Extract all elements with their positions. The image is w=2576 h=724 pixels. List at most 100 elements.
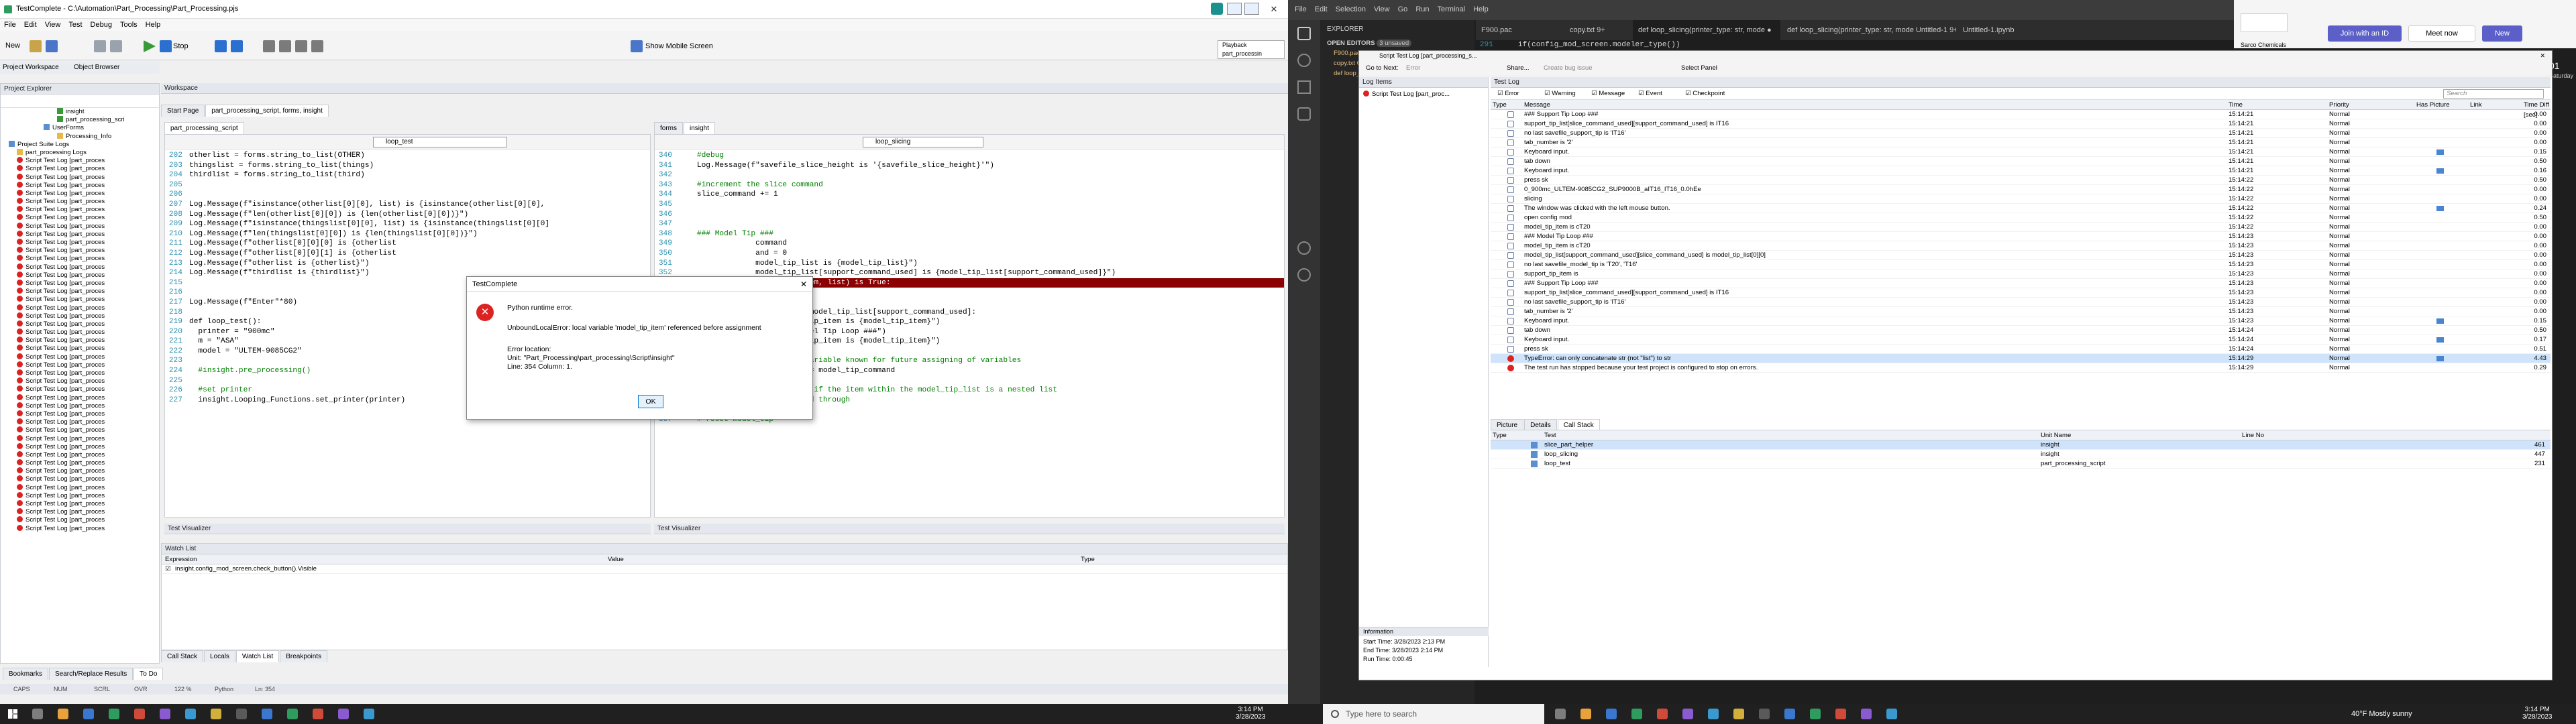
taskbar-app-icon[interactable] <box>211 709 221 719</box>
tree-log-item[interactable]: Script Test Log [part_proces <box>3 181 159 190</box>
taskbar-app-icon[interactable] <box>109 709 119 719</box>
vscode-menu-help[interactable]: Help <box>1473 5 1489 13</box>
goto-error-button[interactable]: Error <box>1406 64 1420 72</box>
search-icon[interactable] <box>1297 54 1311 67</box>
tree-log-item[interactable]: Script Test Log [part_proces <box>3 247 159 255</box>
log-row[interactable]: The window was clicked with the left mou… <box>1491 204 2551 213</box>
vscode-menu-view[interactable]: View <box>1374 5 1390 13</box>
tree-log-item[interactable]: Script Test Log [part_proces <box>3 491 159 500</box>
menu-edit[interactable]: Edit <box>20 19 41 31</box>
new-button[interactable]: New <box>5 42 20 50</box>
filter-message[interactable]: ☑ Message <box>1591 90 1625 97</box>
tree-log-item[interactable]: Script Test Log [part_proces <box>3 524 159 533</box>
tree-log-item[interactable]: Script Test Log [part_proces <box>3 361 159 369</box>
tree-log-item[interactable]: Script Test Log [part_proces <box>3 255 159 263</box>
tree-item[interactable]: part_processing_scri <box>3 116 159 124</box>
tree-log-item[interactable]: Script Test Log [part_proces <box>3 296 159 304</box>
weather[interactable]: 40°F Mostly sunny <box>2351 710 2412 718</box>
log-row[interactable]: tab down 15:14:21 Normal 0.50 <box>1491 157 2551 166</box>
log-row[interactable]: Keyboard input. 15:14:21 Normal 0.15 <box>1491 147 2551 157</box>
tab-call-stack[interactable]: Call Stack <box>161 650 204 662</box>
tree-log-item[interactable]: Script Test Log [part_proces <box>3 337 159 345</box>
explorer-icon[interactable] <box>1297 27 1311 40</box>
log-row[interactable]: support_tip_item is 15:14:23 Normal 0.00 <box>1491 269 2551 279</box>
tree-log-item[interactable]: Script Test Log [part_proces <box>3 230 159 239</box>
tree-log-item[interactable]: Script Test Log [part_proces <box>3 459 159 467</box>
log-row[interactable]: Keyboard input. 15:14:24 Normal 0.17 <box>1491 335 2551 345</box>
tree-log-item[interactable]: Script Test Log [part_proces <box>3 189 159 198</box>
tree-log-item[interactable]: Script Test Log [part_proces <box>3 198 159 206</box>
tree-log-item[interactable]: Script Test Log [part_proces <box>3 222 159 231</box>
teamviewer-icon[interactable] <box>1211 3 1223 15</box>
filter-event[interactable]: ☑ Event <box>1638 90 1662 97</box>
tree-log-item[interactable]: Script Test Log [part_proces <box>3 516 159 524</box>
log-row[interactable]: model_tip_list[support_command_used][sli… <box>1491 251 2551 260</box>
menu-view[interactable]: View <box>41 19 65 31</box>
menu-tools[interactable]: Tools <box>116 19 142 31</box>
taskbar-app-icon[interactable] <box>287 709 298 719</box>
tree-log-item[interactable]: Script Test Log [part_proces <box>3 394 159 402</box>
tab-forms[interactable]: forms <box>654 122 683 134</box>
taskbar-app-icon[interactable] <box>1810 709 1821 719</box>
taskbar-app-icon[interactable] <box>1733 709 1744 719</box>
log-row[interactable]: support_tip_list[slice_command_used][sup… <box>1491 288 2551 298</box>
meet-now-button[interactable]: Meet now <box>2408 25 2475 42</box>
filter-error[interactable]: ☑ Error <box>1497 90 1519 97</box>
tree-item[interactable]: UserForms <box>3 124 159 132</box>
debug-icon[interactable] <box>263 40 275 52</box>
filter-checkbox[interactable]: ☑ <box>1544 90 1552 97</box>
tab-locals[interactable]: Locals <box>204 650 235 662</box>
step-icon[interactable] <box>279 40 291 52</box>
tab-start-page[interactable]: Start Page <box>161 105 205 117</box>
taskbar-app-icon[interactable] <box>1606 709 1617 719</box>
tree-log-item[interactable]: Script Test Log [part_proces <box>3 434 159 443</box>
tree-log-item[interactable]: Script Test Log [part_proces <box>3 206 159 214</box>
gear-icon[interactable] <box>1297 268 1311 282</box>
log-row[interactable]: press sk 15:14:22 Normal 0.50 <box>1491 176 2551 185</box>
tree-log-item[interactable]: Script Test Log [part_proces <box>3 426 159 434</box>
taskbar-app-icon[interactable] <box>364 709 374 719</box>
vscode-menu-edit[interactable]: Edit <box>1315 5 1328 13</box>
tree-log-item[interactable]: Script Test Log [part_proces <box>3 418 159 426</box>
dialog-ok-button[interactable]: OK <box>638 395 663 408</box>
picture-icon[interactable] <box>2436 337 2444 343</box>
menu-debug[interactable]: Debug <box>87 19 116 31</box>
watch-row[interactable]: ☑ insight.config_mod_screen.check_button(… <box>162 564 1287 574</box>
taskbar-app-icon[interactable] <box>1657 709 1668 719</box>
tree-log-item[interactable]: Script Test Log [part_proces <box>3 312 159 320</box>
tree-item[interactable]: part_processing Logs <box>3 148 159 157</box>
filter-warning[interactable]: ☑ Warning <box>1544 90 1576 97</box>
tab-project-workspace[interactable]: Project Workspace <box>3 64 59 71</box>
account-icon[interactable] <box>1297 241 1311 255</box>
tab-breakpoints[interactable]: Breakpoints <box>280 650 328 662</box>
taskbar-app-icon[interactable] <box>1784 709 1795 719</box>
log-row[interactable]: no last savefile_model_tip is 'T20', 'T1… <box>1491 260 2551 269</box>
tab-part-processing[interactable]: part_processing_script, forms, insight <box>205 105 329 117</box>
select-panel-button[interactable]: Select Panel <box>1681 64 1717 72</box>
taskbar-app-icon[interactable] <box>1682 709 1693 719</box>
taskbar-app-icon[interactable] <box>185 709 196 719</box>
taskbar-app-icon[interactable] <box>338 709 349 719</box>
show-mobile-screen-button[interactable]: Show Mobile Screen <box>645 42 713 50</box>
taskbar-app-icon[interactable] <box>313 709 323 719</box>
taskbar-app-icon[interactable] <box>1759 709 1770 719</box>
log-row[interactable]: no last savefile_support_tip is 'IT16' 15… <box>1491 129 2551 138</box>
vscode-tab[interactable]: F900.pac <box>1476 20 1563 40</box>
mobile-screen-icon[interactable] <box>631 40 643 52</box>
log-row[interactable]: Keyboard input. 15:14:23 Normal 0.15 <box>1491 316 2551 326</box>
tree-log-item[interactable]: Script Test Log [part_proces <box>3 450 159 459</box>
playback-stop-icon[interactable] <box>1244 3 1259 15</box>
start-icon[interactable] <box>8 709 17 719</box>
taskbar-app-icon[interactable] <box>134 709 145 719</box>
filter-checkbox[interactable]: ☑ <box>1638 90 1646 97</box>
taskbar-app-icon[interactable] <box>1861 709 1872 719</box>
tree-log-item[interactable]: Script Test Log [part_proces <box>3 442 159 451</box>
menu-help[interactable]: Help <box>142 19 165 31</box>
open-icon[interactable] <box>30 40 42 52</box>
tree-log-item[interactable]: Script Test Log [part_proces <box>3 410 159 418</box>
taskbar-app-icon[interactable] <box>1555 709 1566 719</box>
picture-icon[interactable] <box>2436 149 2444 155</box>
tree-log-item[interactable]: Script Test Log [part_proces <box>3 214 159 222</box>
tab-insight[interactable]: insight <box>684 122 715 134</box>
call-stack-row[interactable]: loop_test part_processing_script 231 <box>1491 459 2551 469</box>
